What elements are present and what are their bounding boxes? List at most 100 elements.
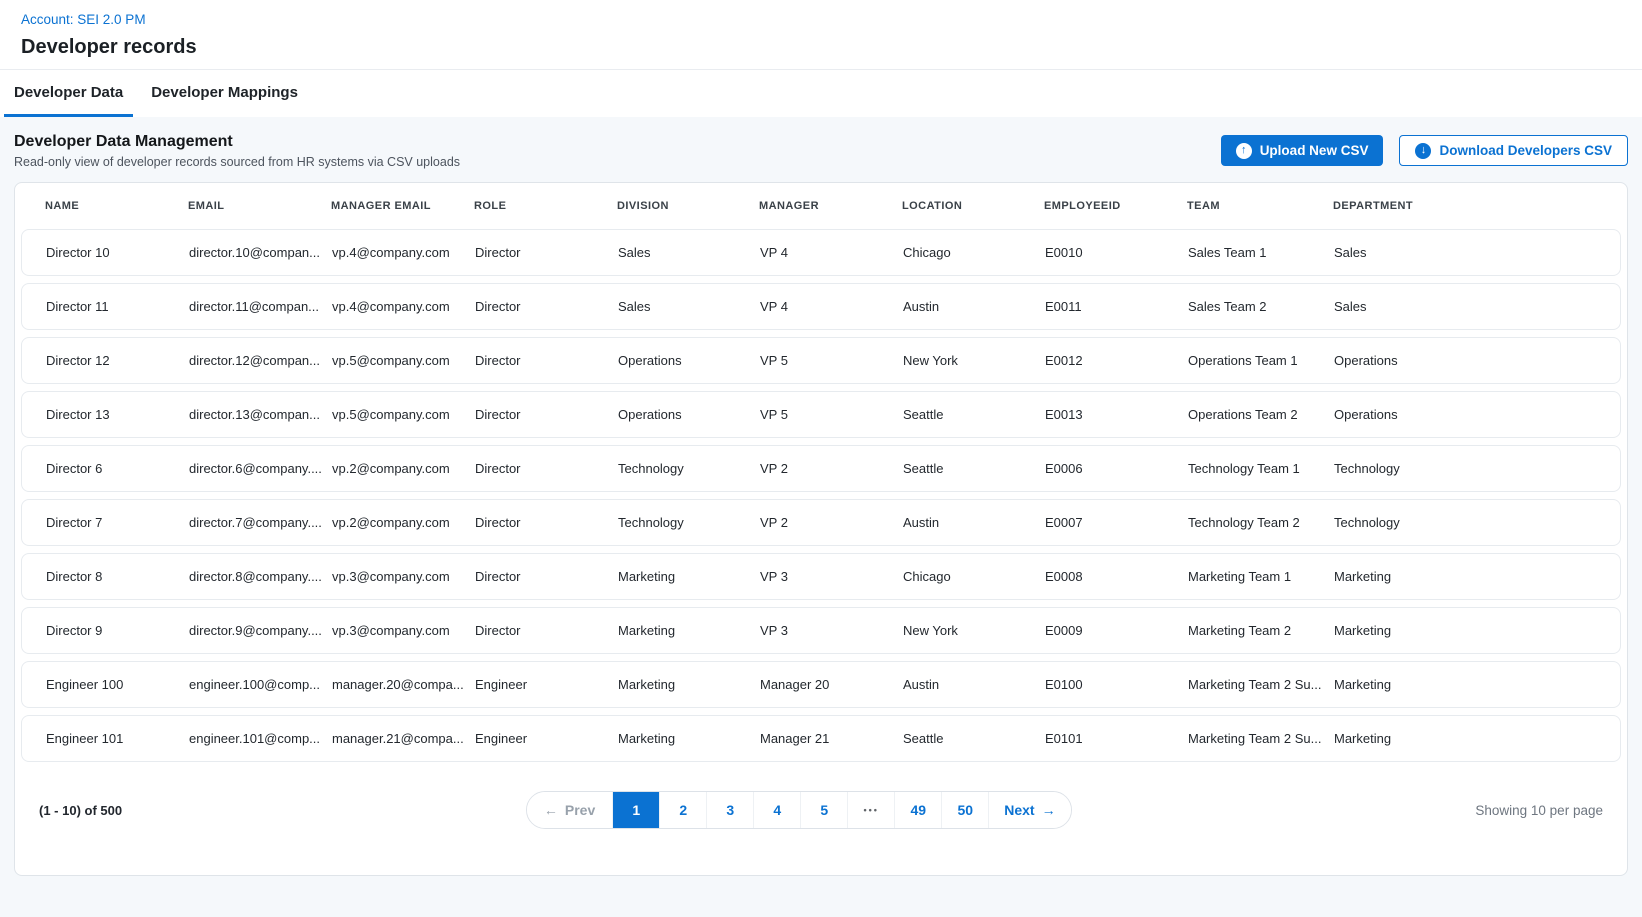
table-cell: vp.2@company.com — [332, 461, 475, 476]
page-button-1[interactable]: 1 — [612, 792, 659, 828]
table-cell: vp.5@company.com — [332, 353, 475, 368]
table-row: Director 8director.8@company....vp.3@com… — [21, 553, 1621, 600]
developer-data-section: Developer Data Management Read-only view… — [0, 117, 1642, 917]
table-cell: vp.3@company.com — [332, 569, 475, 584]
table-cell: Marketing Team 2 Su... — [1188, 731, 1334, 746]
table-body: Director 10director.10@compan... vp.4@com… — [15, 229, 1627, 762]
table-row: Director 7director.7@company....vp.2@com… — [21, 499, 1621, 546]
table-cell: Chicago — [903, 569, 1045, 584]
next-page-button[interactable]: Next → — [988, 792, 1070, 828]
table-footer: (1 - 10) of 500 ← Prev 12345•••4950 Next… — [15, 769, 1627, 829]
table-cell: Director 9 — [46, 623, 189, 638]
table-cell: Sales Team 2 — [1188, 299, 1334, 314]
table-cell: Marketing Team 2 Su... — [1188, 677, 1334, 692]
table-cell: Austin — [903, 515, 1045, 530]
panel-subtitle: Read-only view of developer records sour… — [14, 155, 460, 169]
table-cell: E0011 — [1045, 299, 1188, 314]
table-cell: manager.20@compa... — [332, 677, 475, 692]
tab-developer-mappings[interactable]: Developer Mappings — [141, 70, 308, 117]
table-cell: Operations — [1334, 407, 1608, 422]
table-cell: Operations — [1334, 353, 1608, 368]
table-cell: Operations — [618, 353, 760, 368]
table-cell: Marketing — [618, 569, 760, 584]
table-cell: director.9@company.... — [189, 623, 332, 638]
table-cell: Sales — [1334, 245, 1608, 260]
csv-actions: ↑ Upload New CSV ↓ Download Developers C… — [1221, 133, 1628, 166]
table-cell: director.12@compan... — [189, 353, 332, 368]
page-button-3[interactable]: 3 — [706, 792, 753, 828]
table-cell: E0007 — [1045, 515, 1188, 530]
arrow-left-icon: ← — [544, 803, 558, 817]
table-cell: Marketing — [1334, 623, 1608, 638]
tab-label: Developer Mappings — [151, 84, 298, 101]
tab-developer-data[interactable]: Developer Data — [4, 70, 133, 117]
page-button-50[interactable]: 50 — [941, 792, 988, 828]
table-cell: engineer.101@comp... — [189, 731, 332, 746]
table-cell: director.8@company.... — [189, 569, 332, 584]
upload-csv-button[interactable]: ↑ Upload New CSV — [1221, 135, 1384, 166]
table-cell: VP 3 — [760, 569, 903, 584]
page-button-49[interactable]: 49 — [894, 792, 941, 828]
table-row: Director 11director.11@compan...vp.4@com… — [21, 283, 1621, 330]
table-cell: E0010 — [1045, 245, 1188, 260]
table-cell: New York — [903, 353, 1045, 368]
column-header-manager: MANAGER — [759, 200, 902, 212]
panel-title: Developer Data Management — [14, 133, 460, 151]
column-header-location: LOCATION — [902, 200, 1044, 212]
table-cell: Engineer — [475, 731, 618, 746]
table-cell: Seattle — [903, 407, 1045, 422]
table-cell: Seattle — [903, 461, 1045, 476]
table-cell: E0012 — [1045, 353, 1188, 368]
table-cell: Sales Team 1 — [1188, 245, 1334, 260]
table-cell: Director — [475, 245, 618, 260]
table-cell: Director 8 — [46, 569, 189, 584]
table-cell: Director — [475, 515, 618, 530]
table-cell: Director 11 — [46, 299, 189, 314]
page-buttons: 12345•••4950 — [612, 792, 988, 828]
table-cell: E0100 — [1045, 677, 1188, 692]
column-header-employeeid: EMPLOYEEID — [1044, 200, 1187, 212]
table-cell: director.13@compan... — [189, 407, 332, 422]
table-cell: manager.21@compa... — [332, 731, 475, 746]
table-header-row: NAMEEMAILMANAGER EMAILROLEDIVISIONMANAGE… — [15, 183, 1627, 229]
page-button-5[interactable]: 5 — [800, 792, 847, 828]
table-cell: engineer.100@comp... — [189, 677, 332, 692]
column-header-role: ROLE — [474, 200, 617, 212]
table-cell: E0101 — [1045, 731, 1188, 746]
table-cell: VP 2 — [760, 461, 903, 476]
table-cell: Sales — [618, 245, 760, 260]
table-cell: director.10@compan... — [189, 245, 332, 260]
page-button-4[interactable]: 4 — [753, 792, 800, 828]
column-header-department: DEPARTMENT — [1333, 200, 1603, 212]
table-cell: Director 7 — [46, 515, 189, 530]
table-cell: Sales — [1334, 299, 1608, 314]
upload-icon: ↑ — [1236, 143, 1252, 159]
table-row: Director 13director.13@compan...vp.5@com… — [21, 391, 1621, 438]
table-cell: Director 10 — [46, 245, 189, 260]
table-cell: E0013 — [1045, 407, 1188, 422]
table-cell: Austin — [903, 299, 1045, 314]
table-cell: vp.4@company.com — [332, 299, 475, 314]
table-row: Director 10director.10@compan...vp.4@com… — [21, 229, 1621, 276]
tab-label: Developer Data — [14, 84, 123, 101]
table-cell: Marketing Team 2 — [1188, 623, 1334, 638]
table-cell: Technology — [1334, 515, 1608, 530]
arrow-right-icon: → — [1042, 803, 1056, 817]
page-button-2[interactable]: 2 — [659, 792, 706, 828]
download-csv-button[interactable]: ↓ Download Developers CSV — [1399, 135, 1628, 166]
column-header-name: NAME — [45, 200, 188, 212]
table-cell: vp.5@company.com — [332, 407, 475, 422]
table-cell: Technology Team 2 — [1188, 515, 1334, 530]
table-cell: vp.3@company.com — [332, 623, 475, 638]
table-cell: Chicago — [903, 245, 1045, 260]
table-cell: Technology — [1334, 461, 1608, 476]
table-cell: Engineer 101 — [46, 731, 189, 746]
panel-head-text: Developer Data Management Read-only view… — [14, 133, 460, 169]
table-cell: Director — [475, 299, 618, 314]
table-cell: E0009 — [1045, 623, 1188, 638]
account-link[interactable]: Account: SEI 2.0 PM — [21, 12, 146, 27]
upload-csv-label: Upload New CSV — [1260, 143, 1369, 158]
prev-label: Prev — [565, 802, 595, 818]
table-cell: VP 2 — [760, 515, 903, 530]
prev-page-button[interactable]: ← Prev — [527, 792, 612, 828]
